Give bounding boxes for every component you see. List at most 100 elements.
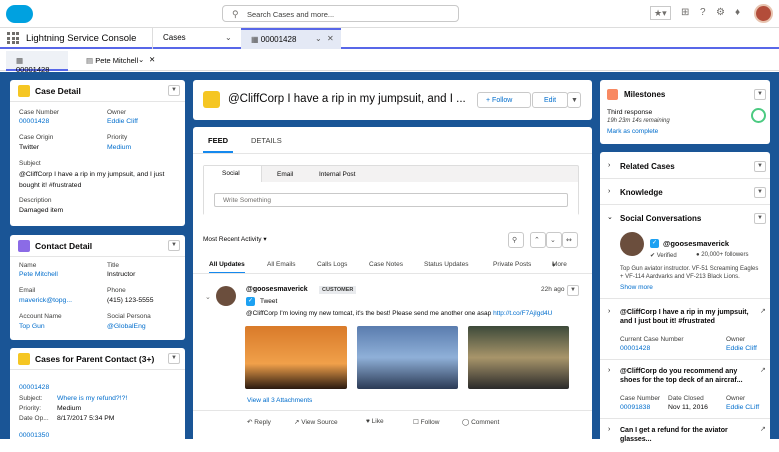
case-icon [18,85,30,97]
attachment-image-2[interactable] [357,326,458,389]
favorites-icon[interactable]: ★▾ [650,6,671,20]
chevron-right-icon[interactable]: › [608,162,610,169]
milestone-icon [607,89,618,100]
chevron-down-icon[interactable]: ⌄ [225,33,232,42]
more-actions-chevron-icon[interactable]: ▼ [567,92,581,108]
post-body: @CliffCorp I'm loving my new tomcat, it'… [246,310,553,317]
tab-details[interactable]: DETAILS [251,136,282,145]
chevron-down-icon[interactable]: ⌄ [315,34,322,43]
card-menu-chevron-icon[interactable]: ▼ [168,85,180,96]
follow-icon: ☐ [413,419,419,426]
card-menu-chevron-icon[interactable]: ▼ [754,213,766,224]
card-menu-chevron-icon[interactable]: ▼ [168,353,180,364]
attachment-image-3[interactable] [468,326,569,389]
reply-icon: ↶ [247,419,253,426]
like-button[interactable]: ♥ Like [366,418,384,425]
collapse-icon[interactable]: ⌃ [530,232,546,248]
card-menu-chevron-icon[interactable]: ▼ [754,89,766,100]
publisher-tab-social[interactable]: Social [204,166,262,182]
nav-tab-case-00001428[interactable]: ▦ 00001428 ⌄ ✕ [241,28,341,49]
sort-dropdown[interactable]: Most Recent Activity ▾ [203,235,267,243]
chevron-down-icon: ▾ [552,262,556,269]
post-menu-chevron-icon[interactable]: ▼ [567,285,579,296]
follow-button[interactable]: + Follow [477,92,531,108]
view-attachments-link[interactable]: View all 3 Attachments [247,397,312,404]
filter-call-logs[interactable]: Calls Logs [317,261,347,268]
case-icon [18,353,30,365]
help-icon[interactable]: ? [700,7,706,19]
reply-button[interactable]: ↶ Reply [247,418,271,426]
show-more-link[interactable]: Show more [620,284,653,291]
filter-private-posts[interactable]: Private Posts [493,261,531,268]
global-header: ⚲ Search Cases and more... ★▾ ⊞ ? ⚙ ♦ [0,0,779,28]
publisher-tab-email[interactable]: Email [277,171,293,178]
setup-gear-icon[interactable]: ⚙ [716,7,725,19]
notifications-bell-icon[interactable]: ♦ [735,7,740,19]
card-menu-chevron-icon[interactable]: ▼ [754,187,766,198]
close-icon[interactable]: ✕ [327,34,334,43]
global-search-input[interactable]: ⚲ Search Cases and more... [222,5,459,22]
open-external-icon[interactable]: ↗ [760,307,766,315]
comment-button[interactable]: ◯ Comment [462,418,499,426]
post-author[interactable]: @goosesmaverick [246,286,308,293]
related-cases-header[interactable]: Related Cases [620,162,675,171]
mark-complete-link[interactable]: Mark as complete [607,128,658,135]
workspace-subtabs: ▦ 00001428 ▤ Pete Mitchell ⌄ ✕ [0,51,779,74]
subtab-contact[interactable]: ▤ Pete Mitchell ⌄ ✕ [76,51,166,71]
chevron-right-icon[interactable]: › [608,308,610,315]
card-menu-chevron-icon[interactable]: ▼ [168,240,180,251]
filter-all-emails[interactable]: All Emails [267,261,296,268]
case-briefcase-icon: ▦ [251,35,259,44]
app-name: Lightning Service Console [26,33,137,44]
search-feed-icon[interactable]: ⚲ [508,232,524,248]
milestones-card: Milestones ▼ Third response 19h 23m 14s … [600,80,770,144]
case-number-link[interactable]: 00001428 [19,118,49,125]
nav-tab-cases[interactable]: Cases ⌄ [152,28,240,49]
author-avatar[interactable] [216,286,236,306]
subtab-case[interactable]: ▦ 00001428 [6,51,68,74]
knowledge-header[interactable]: Knowledge [620,188,663,197]
user-avatar[interactable] [754,4,773,23]
post-type: Tweet [260,298,278,305]
card-menu-chevron-icon[interactable]: ▼ [754,161,766,172]
verified-status: ✔ Verified [650,253,677,259]
expand-chevron-icon[interactable]: ⌄ [205,293,211,301]
right-sidebar: › Related Cases ▼ › Knowledge ▼ ⌄ Social… [600,152,770,452]
refresh-icon[interactable]: ↭ [562,232,578,248]
chevron-right-icon[interactable]: › [608,426,610,433]
tab-feed[interactable]: FEED [203,127,233,153]
comment-icon: ◯ [462,419,470,426]
post-link[interactable]: http://t.co/F7AjIgd4U [493,310,552,317]
chevron-down-icon[interactable]: ⌄ [138,55,144,64]
chevron-right-icon[interactable]: › [608,188,610,195]
publisher: Social Email Internal Post Write Somethi… [203,165,579,215]
filter-case-notes[interactable]: Case Notes [369,261,403,268]
social-conversations-header[interactable]: Social Conversations [620,214,701,223]
contact-icon [18,240,30,252]
salesforce-logo[interactable] [6,5,33,23]
search-icon: ⚲ [232,9,239,19]
open-external-icon[interactable]: ↗ [760,425,766,433]
post-input[interactable]: Write Something [214,193,568,207]
view-source-button[interactable]: ↗ View Source [294,418,338,426]
chevron-down-icon[interactable]: ⌄ [607,213,613,221]
follower-count: ● 20,000+ followers [696,252,749,258]
add-icon[interactable]: ⊞ [681,7,689,19]
chevron-down-icon: ▾ [263,236,267,243]
app-launcher-icon[interactable] [7,32,19,44]
social-avatar [620,232,644,256]
edit-button[interactable]: Edit [532,92,568,108]
expand-icon[interactable]: ⌄ [546,232,562,248]
follow-post-button[interactable]: ☐ Follow [413,418,439,426]
source-icon: ↗ [294,419,300,426]
chevron-right-icon[interactable]: › [608,367,610,374]
case-icon [203,91,220,108]
attachment-image-1[interactable] [245,326,347,389]
publisher-tab-internal-post[interactable]: Internal Post [319,171,356,178]
case-briefcase-icon: ▦ [16,56,24,65]
close-icon[interactable]: ✕ [149,55,155,64]
open-external-icon[interactable]: ↗ [760,366,766,374]
customer-badge: CUSTOMER [319,286,357,294]
owner-link[interactable]: Eddie Cliff [107,118,138,125]
filter-status-updates[interactable]: Status Updates [424,261,468,268]
